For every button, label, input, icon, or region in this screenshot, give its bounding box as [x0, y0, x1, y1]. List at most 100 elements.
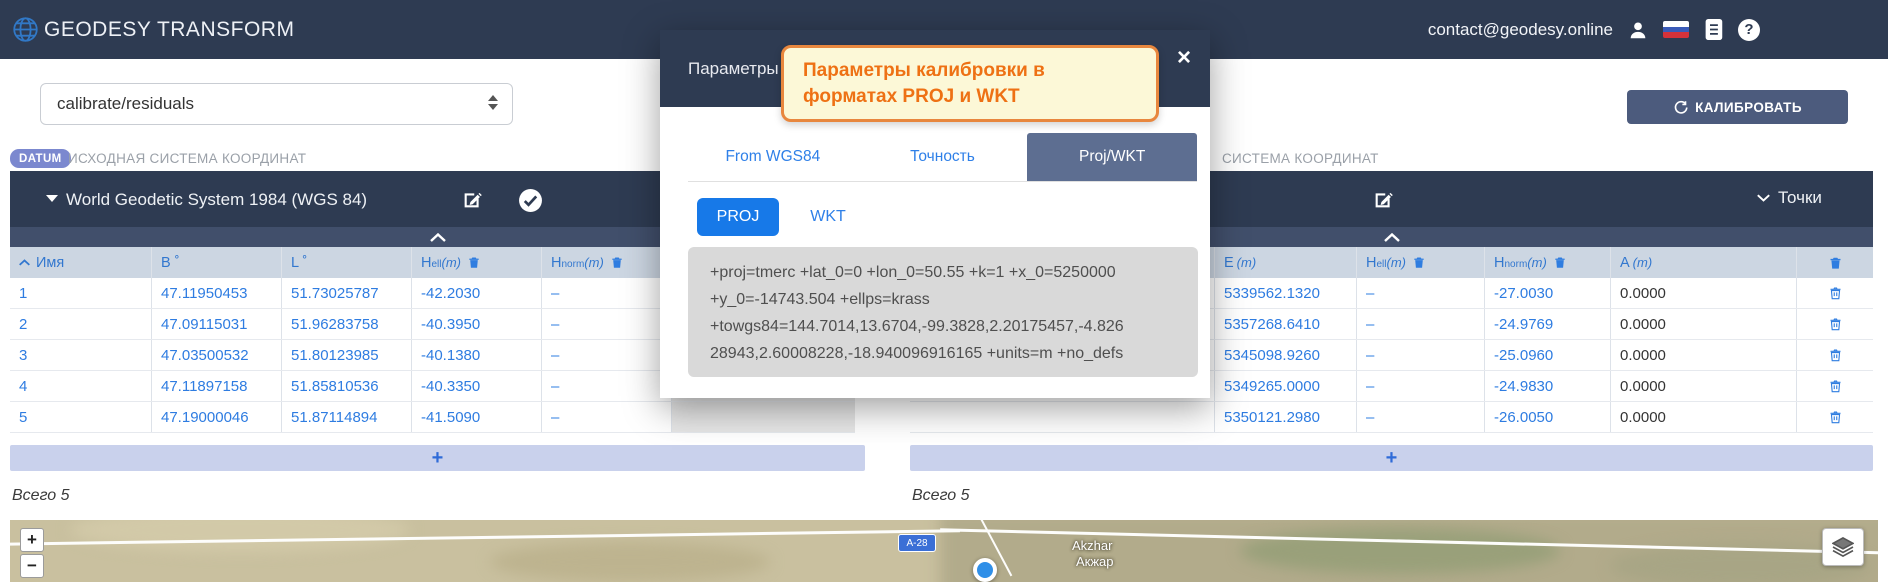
cell-hell: –: [1357, 371, 1485, 401]
cell-l: 51.80123985: [282, 340, 412, 370]
cell-hnorm: -24.9769: [1485, 309, 1611, 339]
cell-hell: –: [1357, 402, 1485, 432]
language-flag-icon[interactable]: [1663, 21, 1689, 38]
points-dropdown[interactable]: Точки: [1757, 188, 1822, 208]
source-datum-title[interactable]: World Geodetic System 1984 (WGS 84): [66, 190, 367, 210]
tab-from-wgs84[interactable]: From WGS84: [688, 133, 858, 181]
brand-title: GEODESY TRANSFORM: [44, 0, 294, 59]
mode-select[interactable]: calibrate/residuals: [40, 83, 513, 125]
cell-hell: –: [1357, 278, 1485, 308]
tab-accuracy[interactable]: Точность: [858, 133, 1028, 181]
source-col-name[interactable]: Имя: [10, 247, 152, 278]
source-col-b[interactable]: B ˚: [152, 247, 282, 278]
cell-hidden: [910, 402, 1215, 432]
cell-name: 3: [10, 340, 152, 370]
source-total-label: Всего 5: [12, 487, 70, 505]
delete-all-trash-icon[interactable]: [1828, 255, 1843, 271]
delete-row-trash-icon[interactable]: [1828, 378, 1843, 394]
delete-row-trash-icon[interactable]: [1828, 285, 1843, 301]
target-col-a[interactable]: A(m): [1611, 247, 1797, 278]
modal-tabs: From WGS84 Точность Proj/WKT: [688, 133, 1197, 182]
globe-logo-icon: [12, 16, 39, 43]
target-col-delete: [1797, 247, 1873, 278]
map-terrain-patch: [70, 520, 410, 552]
source-add-point-bar[interactable]: +: [10, 445, 865, 471]
cell-l: 51.85810536: [282, 371, 412, 401]
cell-hnorm: –: [542, 402, 672, 432]
tooltip-line: форматах PROJ и WKT: [803, 84, 1156, 110]
subtab-wkt[interactable]: WKT: [798, 198, 858, 236]
cell-hnorm: –: [542, 371, 672, 401]
map-point-marker[interactable]: [973, 558, 997, 582]
clear-column-trash-icon[interactable]: [467, 255, 481, 270]
app-window: GEODESY TRANSFORM contact@geodesy.online…: [0, 0, 1888, 582]
subtab-proj[interactable]: PROJ: [697, 198, 779, 236]
map-zoom-in-button[interactable]: +: [20, 528, 44, 552]
cell-hnorm: -25.0960: [1485, 340, 1611, 370]
map-layers-button[interactable]: [1822, 528, 1864, 566]
cell-b: 47.09115031: [152, 309, 282, 339]
cell-a: 0.0000: [1611, 278, 1797, 308]
docs-book-icon[interactable]: [1703, 18, 1724, 41]
edit-source-datum-icon[interactable]: [462, 189, 483, 210]
target-add-point-bar[interactable]: +: [910, 445, 1873, 471]
cell-name: 2: [10, 309, 152, 339]
sort-asc-icon: [19, 259, 30, 266]
cell-delete: [1797, 278, 1873, 308]
cell-a: 0.0000: [1611, 309, 1797, 339]
delete-row-trash-icon[interactable]: [1828, 316, 1843, 332]
delete-row-trash-icon[interactable]: [1828, 347, 1843, 363]
cell-hnorm: -26.0050: [1485, 402, 1611, 432]
table-row: 5 47.19000046 51.87114894 -41.5090 –: [10, 402, 855, 433]
chevron-down-icon: [1757, 194, 1770, 202]
cell-b: 47.03500532: [152, 340, 282, 370]
cell-hell: -40.3950: [412, 309, 542, 339]
map-terrain-patch: [490, 542, 770, 582]
close-icon[interactable]: ×: [1170, 44, 1198, 72]
cell-b: 47.19000046: [152, 402, 282, 432]
cell-e: 5339562.1320: [1215, 278, 1357, 308]
clear-column-trash-icon[interactable]: [1412, 255, 1426, 270]
cell-b: 47.11897158: [152, 371, 282, 401]
cell-hnorm: –: [542, 340, 672, 370]
clear-column-trash-icon[interactable]: [1553, 255, 1567, 270]
cell-name: 1: [10, 278, 152, 308]
refresh-icon: [1673, 100, 1688, 115]
target-total-label: Всего 5: [912, 487, 970, 505]
source-datum-caret-icon: [46, 195, 58, 202]
chevron-up-icon: [430, 233, 446, 242]
calibrate-button[interactable]: КАЛИБРОВАТЬ: [1627, 90, 1848, 124]
cell-name: 5: [10, 402, 152, 432]
help-icon[interactable]: ?: [1738, 19, 1760, 41]
proj-string-box: +proj=tmerc +lat_0=0 +lon_0=50.55 +k=1 +…: [688, 247, 1198, 377]
tab-proj-wkt[interactable]: Proj/WKT: [1027, 133, 1197, 181]
map[interactable]: А-28 Akzhar Акжар + −: [10, 520, 1878, 582]
calibration-tooltip: Параметры калибровки в форматах PROJ и W…: [781, 45, 1159, 122]
source-system-label: ИСХОДНАЯ СИСТЕМА КООРДИНАТ: [68, 151, 306, 166]
cell-hell: –: [1357, 340, 1485, 370]
proj-string-line: +towgs84=144.7014,13.6704,-99.3828,2.201…: [710, 313, 1198, 340]
cell-delete: [1797, 371, 1873, 401]
source-col-l[interactable]: L ˚: [282, 247, 412, 278]
user-icon[interactable]: [1627, 19, 1649, 41]
cell-e: 5349265.0000: [1215, 371, 1357, 401]
contact-email: contact@geodesy.online: [1428, 20, 1613, 40]
delete-row-trash-icon[interactable]: [1828, 409, 1843, 425]
cell-e: 5345098.9260: [1215, 340, 1357, 370]
tooltip-line: Параметры калибровки в: [803, 58, 1156, 84]
clear-column-trash-icon[interactable]: [610, 255, 624, 270]
source-col-hnorm: Hnorm(m): [542, 247, 672, 278]
cell-hell: -41.5090: [412, 402, 542, 432]
check-circle-icon: [518, 188, 543, 213]
cell-hell: -42.2030: [412, 278, 542, 308]
target-col-e[interactable]: E(m): [1215, 247, 1357, 278]
calibrate-button-label: КАЛИБРОВАТЬ: [1695, 100, 1802, 115]
proj-string-line: +proj=tmerc +lat_0=0 +lon_0=50.55 +k=1 +…: [710, 259, 1198, 286]
layers-icon: [1832, 537, 1854, 557]
cell-name: 4: [10, 371, 152, 401]
edit-target-datum-icon[interactable]: [1373, 189, 1394, 210]
cell-l: 51.96283758: [282, 309, 412, 339]
cell-a: 0.0000: [1611, 402, 1797, 432]
map-zoom-out-button[interactable]: −: [20, 554, 44, 578]
road-a28-badge: А-28: [898, 534, 936, 552]
